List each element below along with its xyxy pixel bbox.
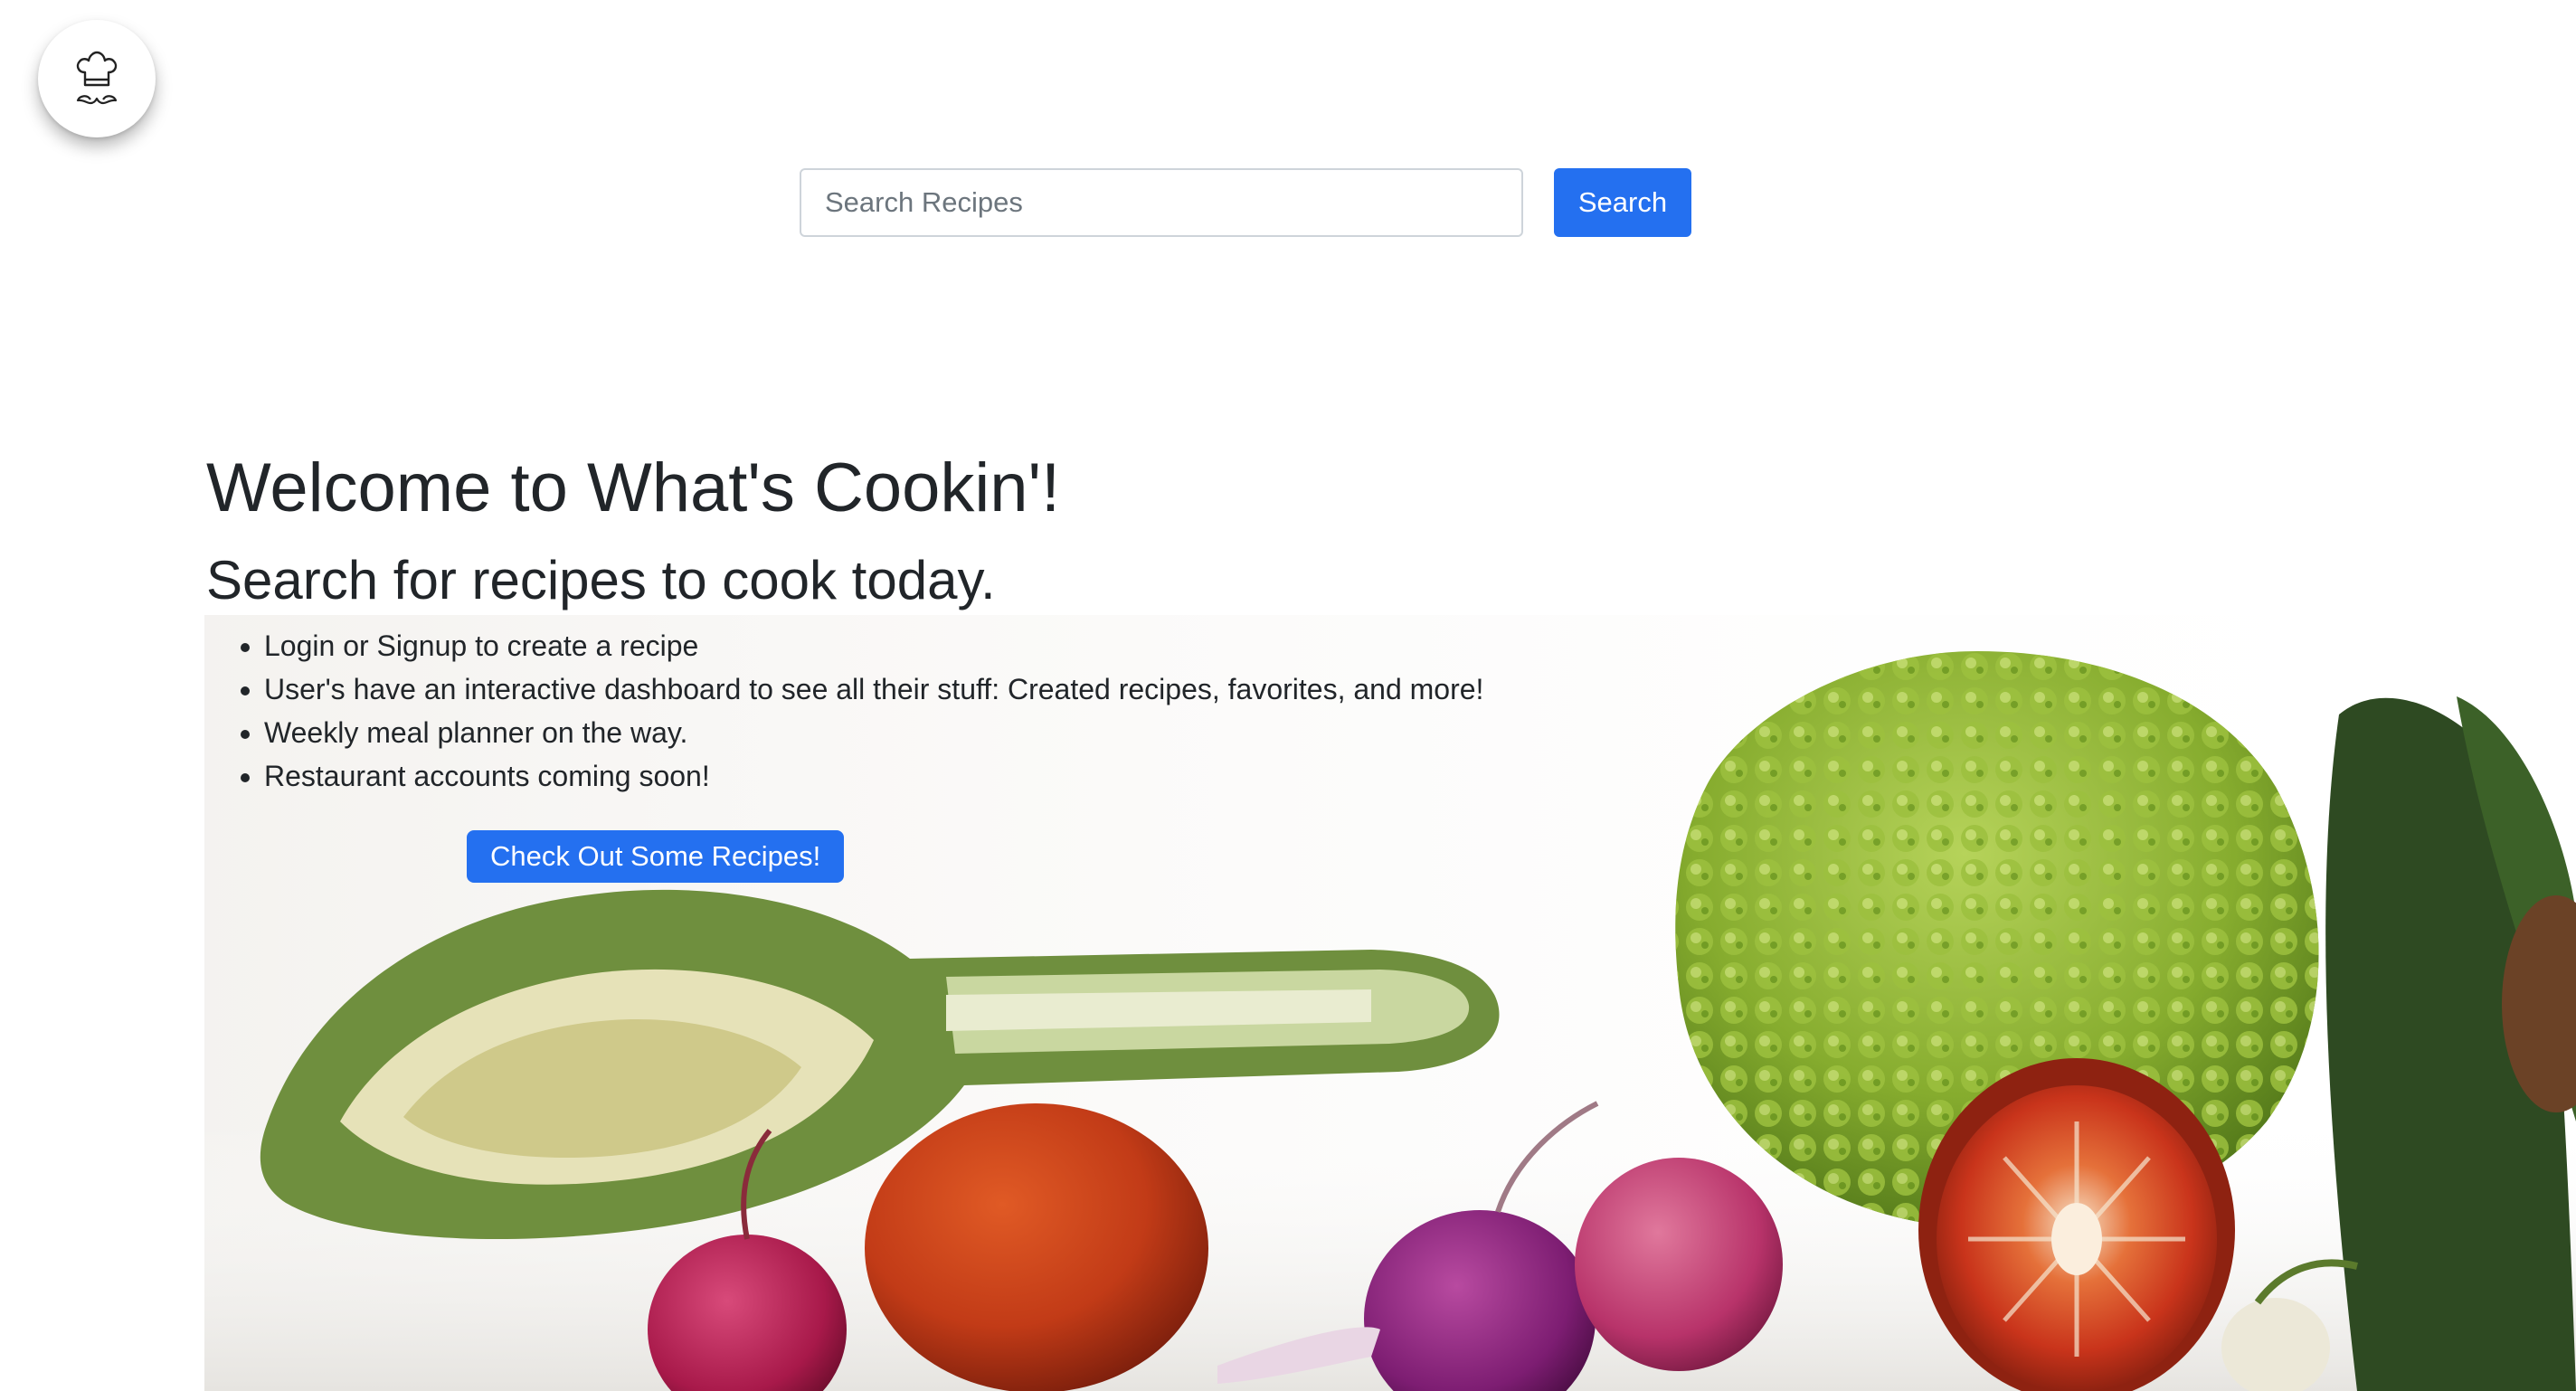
page: Search Welcome to What's Cookin'! Search…: [0, 0, 2576, 1391]
feature-item: User's have an interactive dashboard to …: [264, 667, 1653, 711]
page-title: Welcome to What's Cookin'!: [206, 449, 1061, 526]
feature-item: Login or Signup to create a recipe: [264, 624, 1653, 667]
search-form: Search: [800, 168, 1691, 237]
check-out-recipes-button[interactable]: Check Out Some Recipes!: [467, 830, 845, 883]
welcome-section: Welcome to What's Cookin'! Search for re…: [206, 440, 1653, 883]
search-input[interactable]: [800, 168, 1523, 237]
search-button[interactable]: Search: [1554, 168, 1691, 237]
feature-item: Weekly meal planner on the way.: [264, 711, 1653, 754]
chef-hat-mustache-icon: [76, 51, 118, 105]
chef-logo-button[interactable]: [38, 20, 156, 137]
feature-item: Restaurant accounts coming soon!: [264, 754, 1653, 798]
page-subtitle: Search for recipes to cook today.: [206, 550, 996, 610]
feature-list: Login or Signup to create a recipe User'…: [206, 624, 1653, 798]
